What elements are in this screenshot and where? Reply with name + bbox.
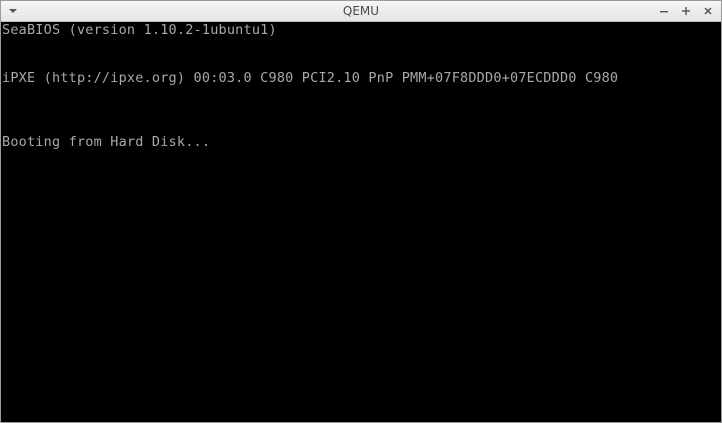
console-line-ipxe: iPXE (http://ipxe.org) 00:03.0 C980 PCI2… [2,70,619,86]
minimize-button[interactable] [657,4,671,18]
console-line-boot: Booting from Hard Disk... [2,134,211,150]
close-button[interactable] [701,4,715,18]
minimize-icon [660,11,668,13]
window-title: QEMU [342,4,380,18]
maximize-icon [682,7,690,15]
maximize-button[interactable] [679,4,693,18]
qemu-window: QEMU SeaBIOS (version 1.10.2-1ubuntu1) i… [0,0,722,423]
title-bar[interactable]: QEMU [1,1,721,22]
vm-display[interactable]: SeaBIOS (version 1.10.2-1ubuntu1) iPXE (… [1,22,721,422]
console-line-seabios: SeaBIOS (version 1.10.2-1ubuntu1) [2,22,277,38]
close-icon [704,7,712,15]
